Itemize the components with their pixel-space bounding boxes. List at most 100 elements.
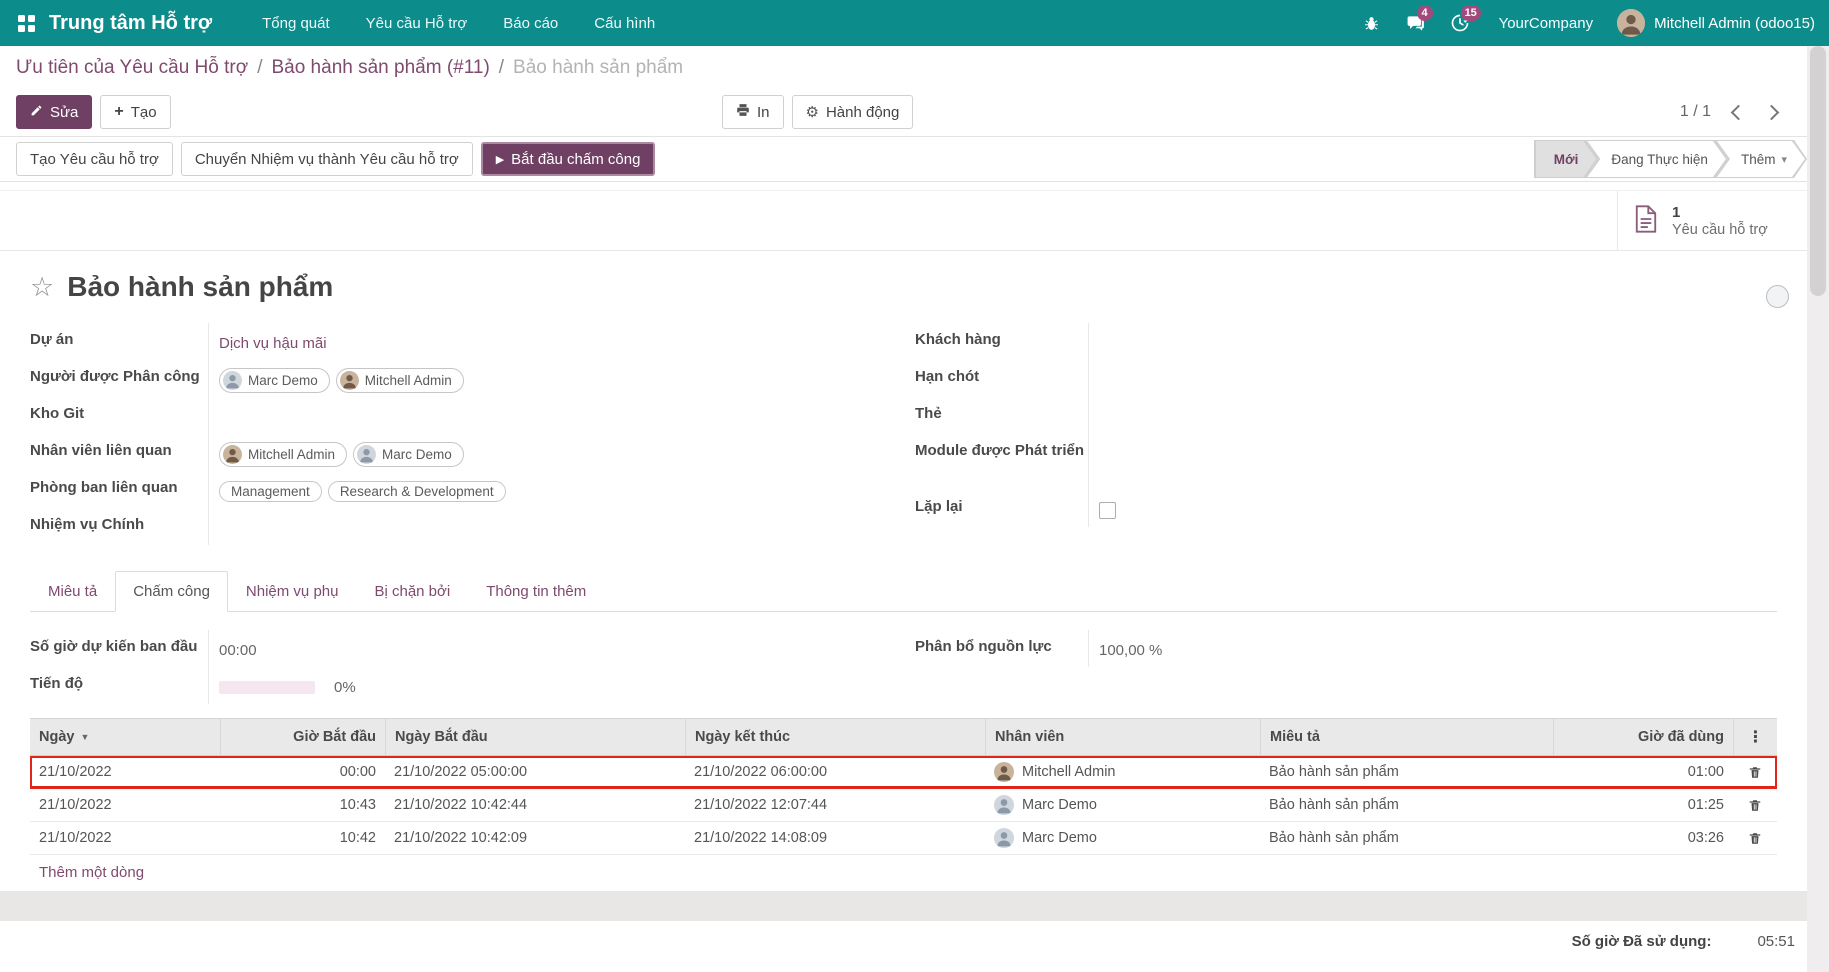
header-description[interactable]: Miêu tả xyxy=(1260,719,1553,755)
tab-extra-info[interactable]: Thông tin thêm xyxy=(468,571,604,612)
breadcrumb-current: Bảo hành sản phẩm xyxy=(513,57,683,79)
create-button-label: Tạo xyxy=(131,104,157,121)
field-label-project: Dự án xyxy=(30,323,208,348)
field-label-initial-hours: Số giờ dự kiến ban đầu xyxy=(30,630,208,655)
action-button[interactable]: ⚙ Hành động xyxy=(792,95,914,129)
avatar xyxy=(223,371,242,390)
tab-timesheets[interactable]: Chấm công xyxy=(115,571,228,612)
create-button[interactable]: + Tạo xyxy=(100,95,170,129)
messages-icon[interactable]: 4 xyxy=(1397,0,1435,46)
company-switcher[interactable]: YourCompany xyxy=(1485,15,1612,32)
field-label-progress: Tiến độ xyxy=(30,667,208,692)
add-line-link[interactable]: Thêm một dòng xyxy=(30,855,1777,891)
field-label-related-employees: Nhân viên liên quan xyxy=(30,434,208,459)
trash-icon[interactable] xyxy=(1748,765,1762,780)
tab-description[interactable]: Miêu tả xyxy=(30,571,115,612)
assignee-tag[interactable]: Mitchell Admin xyxy=(336,368,464,393)
column-options-icon[interactable]: ⋮ xyxy=(1748,727,1764,747)
pager-previous-icon[interactable] xyxy=(1731,104,1747,120)
field-label-assignees: Người được Phân công xyxy=(30,360,208,385)
create-ticket-button[interactable]: Tạo Yêu cầu hỗ trợ xyxy=(16,142,173,176)
edit-button[interactable]: Sửa xyxy=(16,95,92,129)
convert-task-button[interactable]: Chuyển Nhiệm vụ thành Yêu cầu hỗ trợ xyxy=(181,142,473,176)
total-hours-value: 05:51 xyxy=(1757,933,1795,950)
employee-tag[interactable]: Mitchell Admin xyxy=(219,442,347,467)
print-icon xyxy=(736,103,750,121)
start-timer-button[interactable]: ▶ Bắt đầu chấm công xyxy=(481,142,656,176)
avatar xyxy=(994,828,1014,848)
stage-in-progress[interactable]: Đang Thực hiện xyxy=(1585,140,1728,178)
top-navbar: Trung tâm Hỗ trợ Tổng quát Yêu cầu Hỗ tr… xyxy=(0,0,1829,46)
header-date[interactable]: Ngày▼ xyxy=(30,719,220,755)
header-duration[interactable]: Giờ đã dùng xyxy=(1553,719,1733,755)
tab-subtasks[interactable]: Nhiệm vụ phụ xyxy=(228,571,357,612)
tab-blocked-by[interactable]: Bị chặn bởi xyxy=(356,571,468,612)
table-row[interactable]: 21/10/2022 00:00 21/10/2022 05:00:00 21/… xyxy=(30,756,1777,789)
nav-item-reports[interactable]: Báo cáo xyxy=(489,2,572,45)
progress-bar xyxy=(219,681,315,694)
employee-tag[interactable]: Marc Demo xyxy=(353,442,464,467)
avatar xyxy=(223,445,242,464)
field-label-customer: Khách hàng xyxy=(915,323,1088,348)
department-tag: Management xyxy=(219,481,322,502)
field-label-parent-task: Nhiệm vụ Chính xyxy=(30,508,208,533)
tickets-smart-button[interactable]: 1 Yêu cầu hỗ trợ xyxy=(1617,191,1807,250)
field-label-recurrent: Lặp lại xyxy=(915,490,1088,515)
record-title: Bảo hành sản phẩm xyxy=(67,271,333,303)
kanban-state-circle[interactable] xyxy=(1766,285,1789,308)
table-row[interactable]: 21/10/2022 10:42 21/10/2022 10:42:09 21/… xyxy=(30,822,1777,855)
user-menu[interactable]: Mitchell Admin (odoo15) xyxy=(1617,9,1819,37)
action-button-label: Hành động xyxy=(826,104,899,121)
pager-next-icon[interactable] xyxy=(1764,104,1780,120)
deadline-value xyxy=(1088,360,1777,397)
start-timer-label: Bắt đầu chấm công xyxy=(511,151,640,168)
developed-module-value xyxy=(1088,434,1777,490)
user-avatar xyxy=(1617,9,1645,37)
avatar xyxy=(994,762,1014,782)
git-repo-value xyxy=(208,397,903,434)
department-tag: Research & Development xyxy=(328,481,506,502)
trash-icon[interactable] xyxy=(1748,831,1762,846)
header-end-datetime[interactable]: Ngày kết thúc xyxy=(685,719,985,755)
stage-new[interactable]: Mới xyxy=(1534,140,1599,178)
nav-item-overview[interactable]: Tổng quát xyxy=(248,2,344,45)
activities-count-badge: 15 xyxy=(1461,5,1481,21)
scrollbar-thumb[interactable] xyxy=(1810,46,1826,296)
print-button[interactable]: In xyxy=(722,95,784,129)
stage-more[interactable]: Thêm▾ xyxy=(1715,140,1807,178)
progress-percent: 0% xyxy=(334,679,356,696)
tags-value xyxy=(1088,397,1777,434)
app-brand[interactable]: Trung tâm Hỗ trợ xyxy=(49,12,212,35)
recurrent-checkbox[interactable] xyxy=(1099,502,1116,519)
gear-icon: ⚙ xyxy=(806,105,819,120)
favorite-star-icon[interactable]: ☆ xyxy=(30,274,54,301)
debug-bug-icon[interactable] xyxy=(1353,0,1391,46)
stage-pipeline: Mới Đang Thực hiện Thêm▾ xyxy=(1534,140,1807,178)
apps-menu-icon[interactable] xyxy=(18,15,35,32)
form-sheet: 1 Yêu cầu hỗ trợ ☆ Bảo hành sản phẩm Dự … xyxy=(0,190,1807,891)
breadcrumb-link-2[interactable]: Bảo hành sản phẩm (#11) xyxy=(271,57,489,79)
caret-down-icon: ▾ xyxy=(1781,153,1787,166)
assignee-tag[interactable]: Marc Demo xyxy=(219,368,330,393)
form-fields: Dự án Dịch vụ hậu mãi Người được Phân cô… xyxy=(0,309,1807,545)
table-row[interactable]: 21/10/2022 10:43 21/10/2022 10:42:44 21/… xyxy=(30,789,1777,822)
control-panel: Sửa + Tạo In ⚙ Hành động 1 / 1 xyxy=(0,90,1807,134)
activities-clock-icon[interactable]: 15 xyxy=(1441,0,1479,46)
file-text-icon xyxy=(1632,204,1660,238)
breadcrumb-link-1[interactable]: Ưu tiên của Yêu cầu Hỗ trợ xyxy=(16,57,248,79)
nav-item-tickets[interactable]: Yêu cầu Hỗ trợ xyxy=(352,2,482,45)
trash-icon[interactable] xyxy=(1748,798,1762,813)
pager-value: 1 / 1 xyxy=(1680,103,1711,121)
scrollbar-track[interactable] xyxy=(1807,46,1829,972)
header-start-datetime[interactable]: Ngày Bắt đầu xyxy=(385,719,685,755)
allocation-value: 100,00 % xyxy=(1088,630,1777,667)
notebook-tabs: Miêu tả Chấm công Nhiệm vụ phụ Bị chặn b… xyxy=(30,571,1777,612)
project-link[interactable]: Dịch vụ hậu mãi xyxy=(219,335,327,352)
nav-item-config[interactable]: Cấu hình xyxy=(580,2,669,45)
nav-menu: Tổng quát Yêu cầu Hỗ trợ Báo cáo Cấu hìn… xyxy=(248,2,669,45)
header-employee[interactable]: Nhân viên xyxy=(985,719,1260,755)
breadcrumb: Ưu tiên của Yêu cầu Hỗ trợ / Bảo hành sả… xyxy=(0,46,1807,90)
header-start-hour[interactable]: Giờ Bắt đầu xyxy=(220,719,385,755)
plus-icon: + xyxy=(114,104,123,120)
timesheet-table: Ngày▼ Giờ Bắt đầu Ngày Bắt đầu Ngày kết … xyxy=(30,718,1777,891)
